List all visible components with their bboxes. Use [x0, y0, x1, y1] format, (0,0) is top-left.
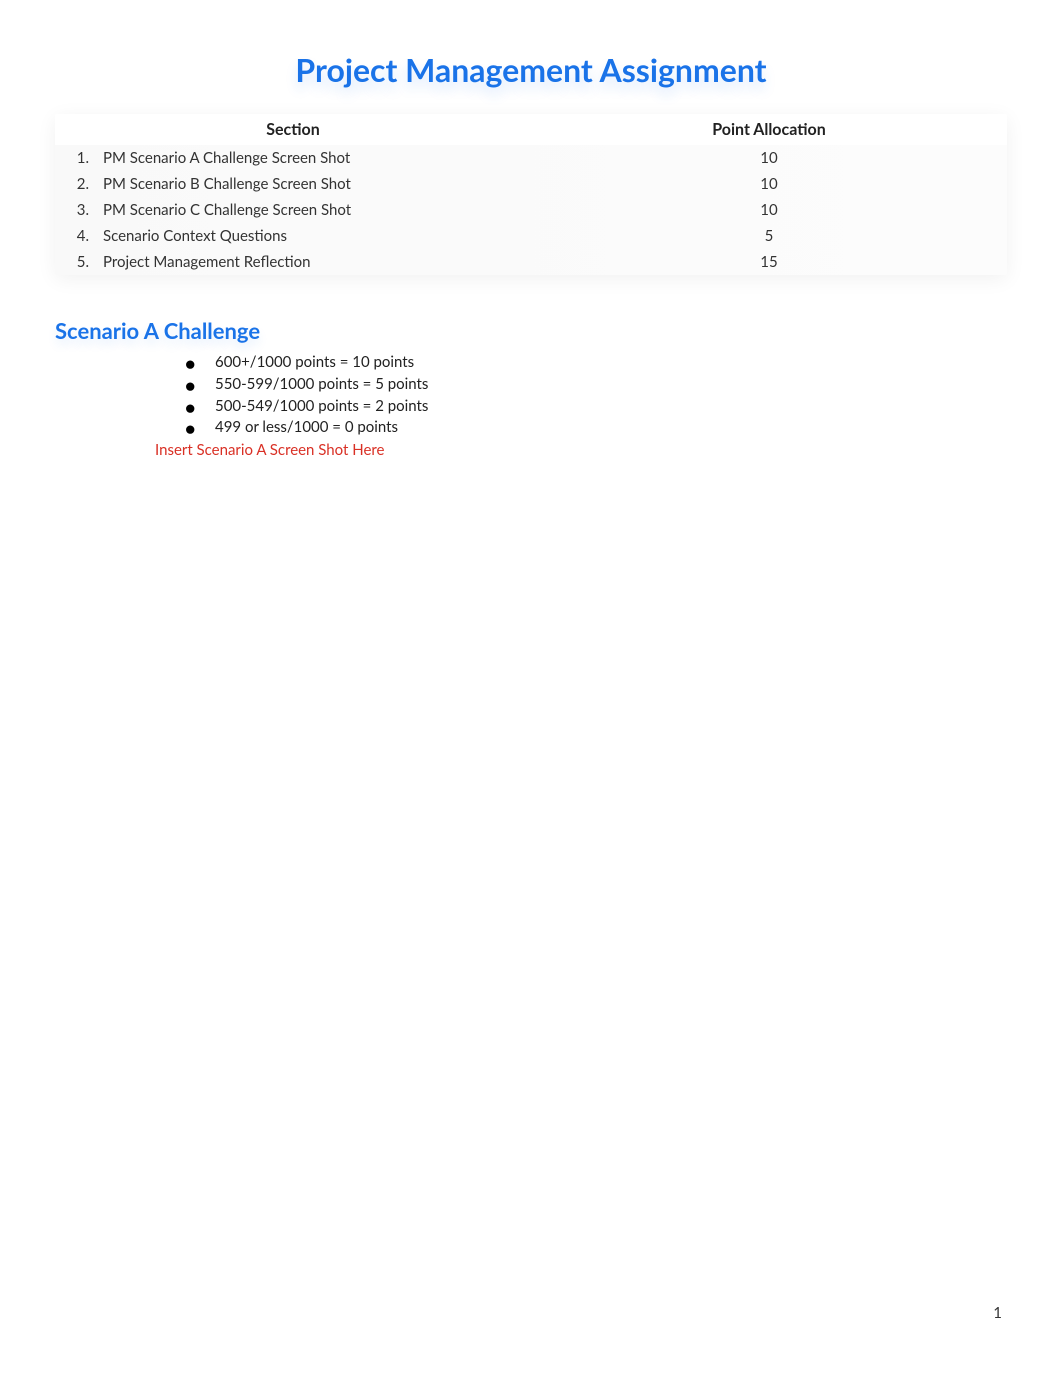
row-number: 3. — [65, 201, 103, 219]
points-value: 10 — [760, 175, 777, 193]
row-label: Project Management Reflection — [103, 253, 311, 271]
row-label: Scenario Context Questions — [103, 227, 287, 245]
points-cell: 5 — [531, 223, 1007, 249]
row-number: 4. — [65, 227, 103, 245]
table-row: 3. PM Scenario C Challenge Screen Shot 1… — [55, 197, 1007, 223]
section-cell: 3. PM Scenario C Challenge Screen Shot — [55, 197, 531, 223]
row-number: 2. — [65, 175, 103, 193]
list-item: 499 or less/1000 = 0 points — [185, 417, 1007, 439]
points-cell: 15 — [531, 249, 1007, 275]
header-section: Section — [55, 114, 531, 145]
header-points-label: Point Allocation — [712, 120, 825, 139]
scenario-a-bullets: 600+/1000 points = 10 points 550-599/100… — [55, 352, 1007, 439]
list-item: 500-549/1000 points = 2 points — [185, 396, 1007, 418]
list-item: 550-599/1000 points = 5 points — [185, 374, 1007, 396]
points-cell: 10 — [531, 197, 1007, 223]
row-label: PM Scenario B Challenge Screen Shot — [103, 175, 351, 193]
table-row: 4. Scenario Context Questions 5 — [55, 223, 1007, 249]
points-cell: 10 — [531, 171, 1007, 197]
table-row: 5. Project Management Reflection 15 — [55, 249, 1007, 275]
section-cell: 4. Scenario Context Questions — [55, 223, 531, 249]
table-row: 2. PM Scenario B Challenge Screen Shot 1… — [55, 171, 1007, 197]
points-value: 15 — [760, 253, 777, 271]
header-section-label: Section — [266, 120, 320, 139]
row-label: PM Scenario C Challenge Screen Shot — [103, 201, 351, 219]
insert-screenshot-placeholder: Insert Scenario A Screen Shot Here — [55, 441, 1007, 459]
table-row: 1. PM Scenario A Challenge Screen Shot 1… — [55, 145, 1007, 171]
points-cell: 10 — [531, 145, 1007, 171]
row-number: 1. — [65, 149, 103, 167]
list-item: 600+/1000 points = 10 points — [185, 352, 1007, 374]
points-value: 10 — [760, 201, 777, 219]
header-points: Point Allocation — [531, 114, 1007, 145]
points-value: 10 — [760, 149, 777, 167]
section-cell: 5. Project Management Reflection — [55, 249, 531, 275]
points-value: 5 — [765, 227, 774, 245]
page-title: Project Management Assignment — [55, 50, 1007, 89]
table-header-row: Section Point Allocation — [55, 114, 1007, 145]
row-number: 5. — [65, 253, 103, 271]
row-label: PM Scenario A Challenge Screen Shot — [103, 149, 350, 167]
section-cell: 2. PM Scenario B Challenge Screen Shot — [55, 171, 531, 197]
page-number: 1 — [993, 1304, 1002, 1322]
scenario-a-heading: Scenario A Challenge — [55, 317, 1007, 344]
points-table: Section Point Allocation 1. PM Scenario … — [55, 114, 1007, 275]
section-cell: 1. PM Scenario A Challenge Screen Shot — [55, 145, 531, 171]
